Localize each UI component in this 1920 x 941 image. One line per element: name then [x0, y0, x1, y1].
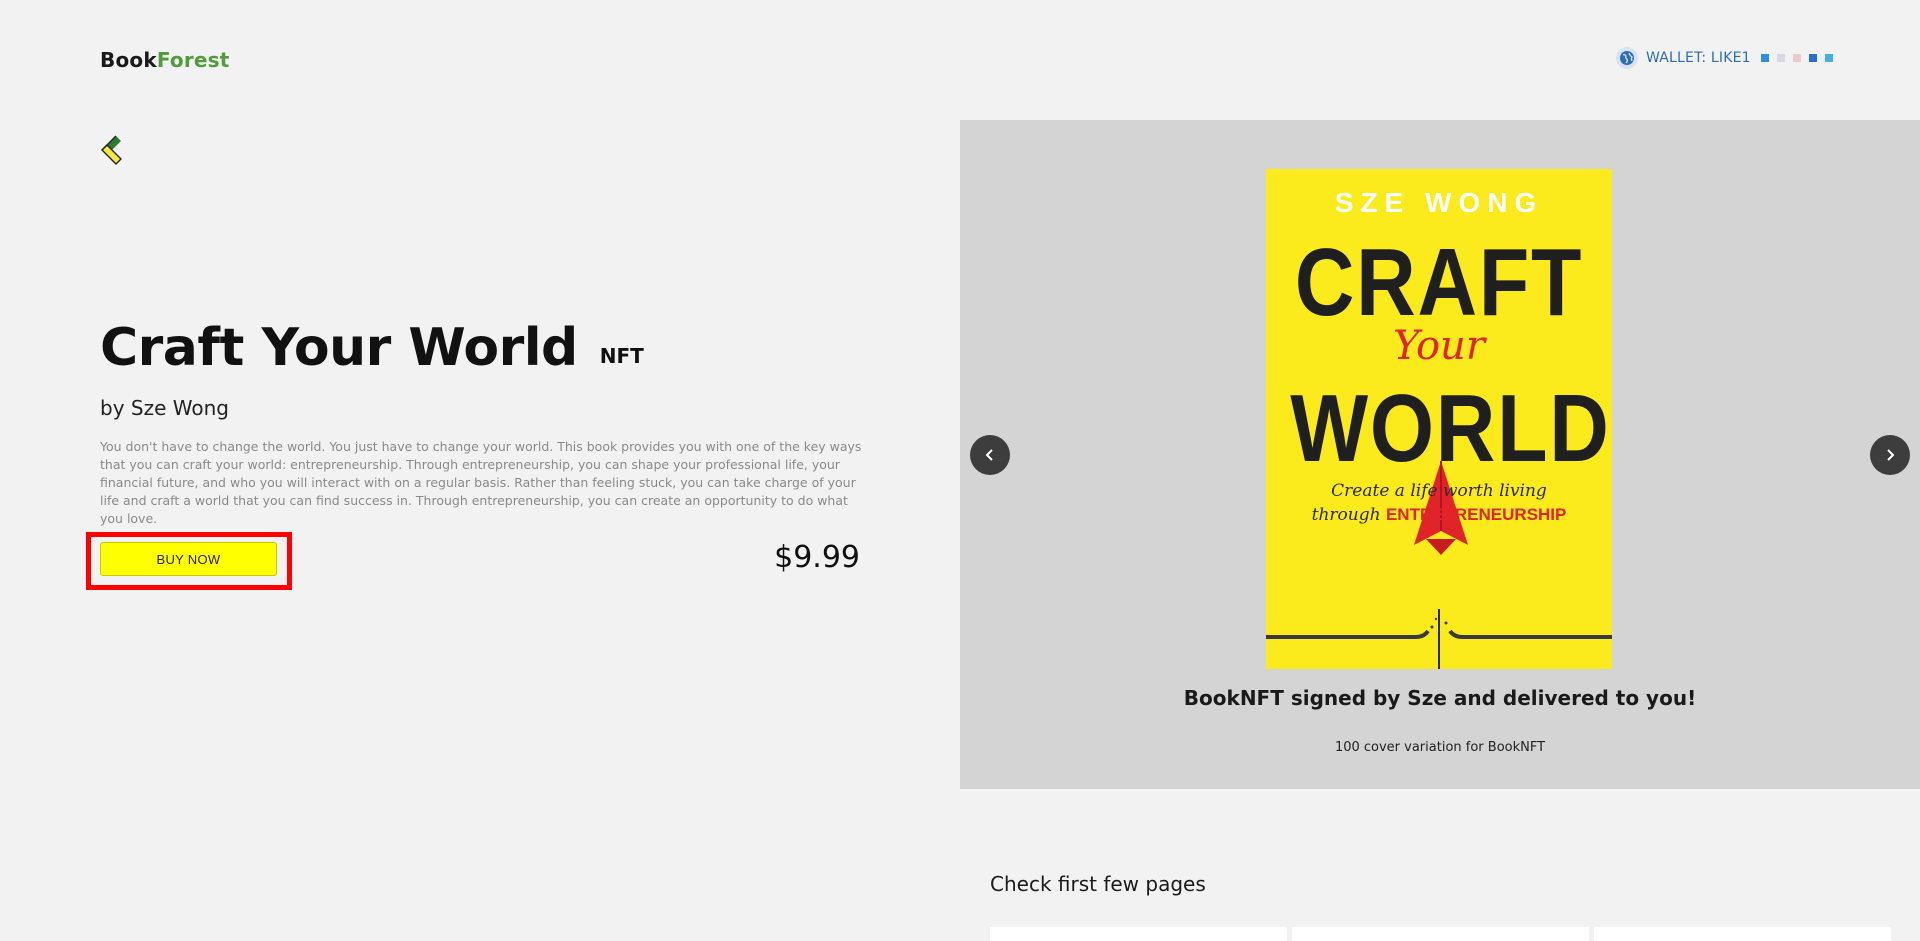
- wallet-square: [1776, 54, 1785, 62]
- logo-part-forest: Forest: [156, 48, 230, 72]
- book-author: by Sze Wong: [100, 396, 229, 420]
- back-arrow-icon[interactable]: [98, 133, 126, 167]
- preview-page-card[interactable]: [1292, 927, 1589, 941]
- wallet-square: [1808, 54, 1817, 62]
- preview-page-card[interactable]: [1594, 927, 1891, 941]
- cover-subtitle-prefix: through: [1311, 505, 1386, 525]
- brand-logo[interactable]: BookForest: [100, 48, 230, 72]
- preview-pages-title: Check first few pages: [990, 872, 1206, 896]
- buy-now-button[interactable]: BUY NOW: [100, 542, 277, 576]
- wallet-label: WALLET: LIKE1: [1646, 50, 1751, 66]
- wallet-identicon: [1760, 54, 1833, 62]
- nft-tag: NFT: [599, 344, 644, 368]
- cover-title-line1: CRAFT: [1294, 229, 1584, 336]
- carousel-next-button[interactable]: [1870, 435, 1910, 475]
- book-title: Craft Your World: [100, 318, 578, 378]
- book-price: $9.99: [774, 540, 860, 575]
- carousel-prev-button[interactable]: [970, 435, 1010, 475]
- carousel-caption: BookNFT signed by Sze and delivered to y…: [1183, 686, 1697, 710]
- wallet-button[interactable]: WALLET: LIKE1: [1616, 47, 1833, 69]
- cover-author: SZE WONG: [1334, 187, 1544, 218]
- carousel-subcaption: 100 cover variation for BookNFT: [1334, 740, 1546, 755]
- book-title-row: Craft Your World NFT: [100, 322, 644, 374]
- preview-page-card[interactable]: [990, 927, 1287, 941]
- cover-title-word: Your: [1393, 323, 1485, 369]
- chevron-right-icon: [1887, 449, 1895, 461]
- book-description: You don't have to change the world. You …: [100, 439, 862, 526]
- wallet-square: [1792, 54, 1801, 62]
- chevron-left-icon: [985, 449, 993, 461]
- book-cover-image: SZE WONG CRAFT Your WORLD Create a life …: [1266, 169, 1612, 669]
- cover-subtitle-line1: Create a life worth living: [1331, 481, 1547, 501]
- cover-subtitle-highlight: ENTREPRENEURSHIP: [1385, 505, 1567, 524]
- cover-carousel: SZE WONG CRAFT Your WORLD Create a life …: [960, 120, 1920, 789]
- cover-subtitle-line2: through ENTREPRENEURSHIP: [1266, 505, 1612, 525]
- logo-part-book: Book: [100, 48, 157, 72]
- cover-ground-line: [1266, 609, 1612, 669]
- globe-icon: [1616, 47, 1638, 69]
- wallet-square: [1824, 54, 1833, 62]
- wallet-square: [1760, 54, 1769, 62]
